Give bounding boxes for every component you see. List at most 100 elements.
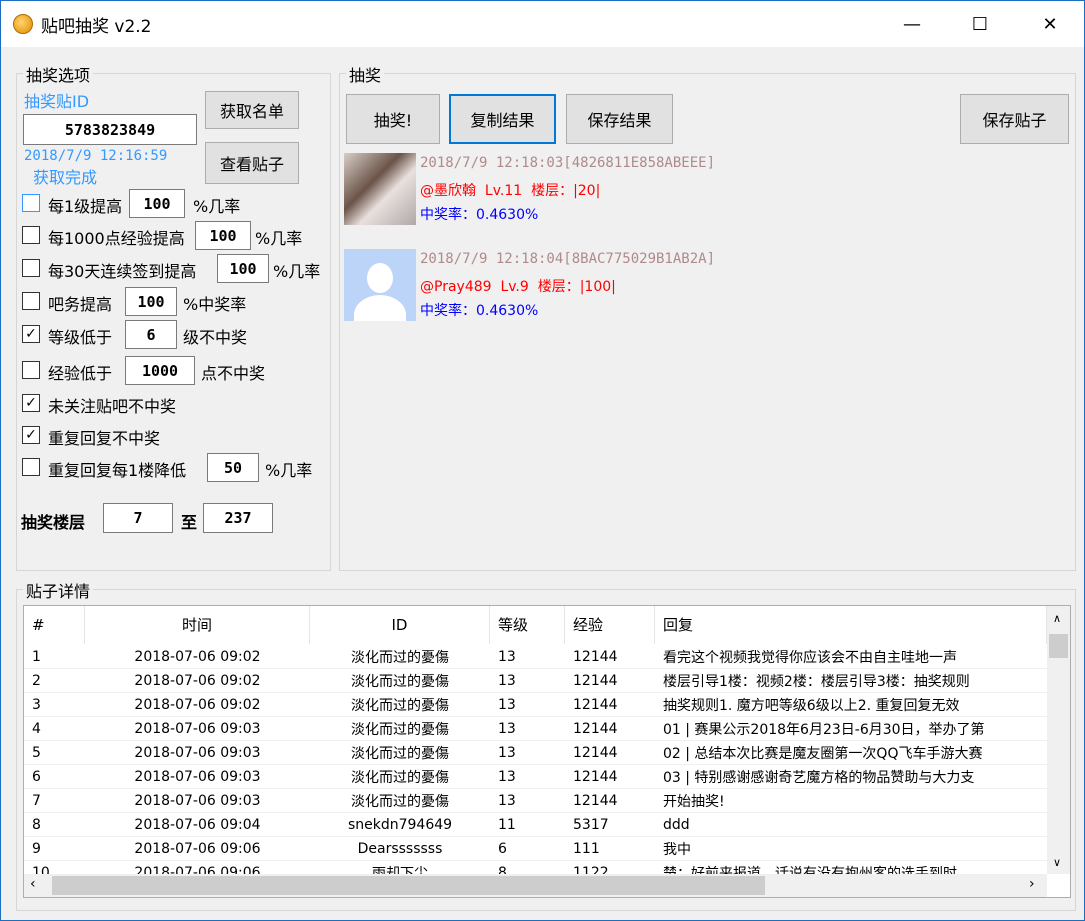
- table-cell: 12144: [573, 792, 618, 809]
- table-cell: 开始抽奖!: [663, 793, 725, 810]
- table-row[interactable]: 4 2018-07-06 09:03 淡化而过的憂傷 13 12144 01 | 赛果公示…: [24, 717, 1047, 741]
- table-cell: 12144: [573, 744, 618, 761]
- option-suffix: 级不中奖: [183, 328, 248, 347]
- copy-result-button[interactable]: 复制结果: [449, 94, 556, 144]
- floor-from-input[interactable]: 7: [103, 503, 173, 533]
- table-row[interactable]: 6 2018-07-06 09:03 淡化而过的憂傷 13 12144 03 | 特别感谢…: [24, 765, 1047, 789]
- minimize-button[interactable]: —: [884, 1, 940, 47]
- table-cell: 2018-07-06 09:03: [134, 744, 261, 761]
- option-checkbox[interactable]: [22, 226, 40, 244]
- table-cell: 13: [498, 792, 516, 809]
- default-avatar-icon: [344, 249, 416, 321]
- table-row[interactable]: 9 2018-07-06 09:06 Dearsssssss 6 111 我中: [24, 837, 1047, 861]
- option-checkbox[interactable]: [22, 292, 40, 310]
- vertical-scrollbar[interactable]: ∧ ∨: [1047, 606, 1070, 874]
- table-row[interactable]: 1 2018-07-06 09:02 淡化而过的憂傷 13 12144 看完这个视频我觉得…: [24, 645, 1047, 669]
- options-group-title: 抽奖选项: [23, 62, 94, 86]
- view-post-button[interactable]: 查看贴子: [205, 142, 299, 184]
- window-title: 贴吧抽奖 v2.2: [41, 17, 152, 37]
- option-suffix: %几率: [255, 229, 303, 248]
- draw-group-title: 抽奖: [346, 62, 385, 86]
- post-id-label: 抽奖贴ID: [24, 92, 90, 111]
- table-cell: 01 | 赛果公示2018年6月23日-6月30日，举办了第: [663, 721, 985, 738]
- get-list-button[interactable]: 获取名单: [205, 91, 299, 129]
- scroll-down-icon[interactable]: ∨: [1053, 856, 1061, 869]
- option-value-input[interactable]: 100: [129, 189, 185, 218]
- table-cell: 楼层引导1楼：视频2楼：楼层引导3楼：抽奖规则: [663, 673, 970, 690]
- table-cell: 淡化而过的憂傷: [351, 769, 449, 786]
- col-header-reply[interactable]: 回复: [655, 606, 1047, 644]
- table-header: # 时间 ID 等级 经验 回复: [24, 606, 1047, 644]
- table-cell: 12144: [573, 648, 618, 665]
- option-value-input[interactable]: 100: [217, 254, 269, 283]
- table-cell: 111: [573, 840, 600, 857]
- option-value-input[interactable]: 6: [125, 320, 177, 349]
- table-row[interactable]: 2 2018-07-06 09:02 淡化而过的憂傷 13 12144 楼层引导1楼：视频…: [24, 669, 1047, 693]
- option-checkbox[interactable]: ✓: [22, 325, 40, 343]
- table-cell: 2018-07-06 09:03: [134, 768, 261, 785]
- option-checkbox[interactable]: [22, 259, 40, 277]
- col-header-level[interactable]: 等级: [490, 606, 565, 644]
- option-value-input[interactable]: 100: [125, 287, 177, 316]
- option-checkbox[interactable]: [22, 458, 40, 476]
- floor-to-input[interactable]: 237: [203, 503, 273, 533]
- table-cell: 2018-07-06 09:02: [134, 648, 261, 665]
- table-cell: 13: [498, 768, 516, 785]
- table-row[interactable]: 3 2018-07-06 09:02 淡化而过的憂傷 13 12144 抽奖规则1. 魔方…: [24, 693, 1047, 717]
- table-cell: 2018-07-06 09:02: [134, 672, 261, 689]
- fetch-status: 获取完成: [33, 168, 98, 187]
- table-cell: 12144: [573, 672, 618, 689]
- table-cell: 9: [32, 840, 41, 857]
- app-icon: [13, 14, 33, 34]
- table-cell: 2: [32, 672, 41, 689]
- save-result-button[interactable]: 保存结果: [566, 94, 673, 144]
- result-user: @Pray489 Lv.9 楼层：|100|: [420, 279, 616, 295]
- option-value-input[interactable]: 100: [195, 221, 251, 250]
- option-checkbox[interactable]: [22, 194, 40, 212]
- table-cell: 13: [498, 720, 516, 737]
- table-cell: 淡化而过的憂傷: [351, 673, 449, 690]
- scroll-left-icon[interactable]: ‹: [30, 876, 36, 892]
- table-cell: 3: [32, 696, 41, 713]
- option-value-input[interactable]: 1000: [125, 356, 195, 385]
- option-checkbox[interactable]: ✓: [22, 426, 40, 444]
- table-cell: 淡化而过的憂傷: [351, 745, 449, 762]
- title-bar: 贴吧抽奖 v2.2 — ☐ ✕: [1, 1, 1084, 47]
- scroll-right-icon[interactable]: ›: [1029, 876, 1035, 892]
- horizontal-scrollbar[interactable]: ‹ ›: [24, 874, 1047, 897]
- option-value-input[interactable]: 50: [207, 453, 259, 482]
- table-cell: 2018-07-06 09:02: [134, 696, 261, 713]
- details-group-title: 贴子详情: [23, 578, 94, 602]
- table-cell: 2018-07-06 09:06: [134, 840, 261, 857]
- maximize-button[interactable]: ☐: [952, 1, 1008, 47]
- option-checkbox[interactable]: [22, 361, 40, 379]
- scroll-up-icon[interactable]: ∧: [1053, 612, 1061, 625]
- option-checkbox[interactable]: ✓: [22, 394, 40, 412]
- option-label: 吧务提高: [48, 295, 113, 314]
- table-cell: 13: [498, 744, 516, 761]
- post-details-table[interactable]: # 时间 ID 等级 经验 回复 1 2018-07-06 09:02 淡化而过的憂…: [23, 605, 1071, 898]
- horizontal-scroll-thumb[interactable]: [52, 876, 765, 895]
- table-cell: 6: [498, 840, 507, 857]
- save-post-button[interactable]: 保存贴子: [960, 94, 1069, 144]
- option-label: 每30天连续签到提高: [48, 262, 197, 281]
- table-cell: 2018-07-06 09:03: [134, 792, 261, 809]
- floor-to-label: 至: [181, 513, 198, 532]
- close-button[interactable]: ✕: [1022, 1, 1078, 47]
- table-row[interactable]: 7 2018-07-06 09:03 淡化而过的憂傷 13 12144 开始抽奖!: [24, 789, 1047, 813]
- result-user: @墨欣翰 Lv.11 楼层：|20|: [420, 183, 601, 199]
- table-cell: 2018-07-06 09:04: [134, 816, 261, 833]
- col-header-id[interactable]: ID: [310, 606, 490, 644]
- col-header-exp[interactable]: 经验: [565, 606, 655, 644]
- draw-button[interactable]: 抽奖!: [346, 94, 440, 144]
- draw-group: [339, 73, 1076, 571]
- post-id-input[interactable]: 5783823849: [23, 114, 197, 145]
- table-row[interactable]: 8 2018-07-06 09:04 snekdn794649 11 5317 ddd: [24, 813, 1047, 837]
- col-header-index[interactable]: #: [24, 606, 85, 644]
- vertical-scroll-thumb[interactable]: [1049, 634, 1068, 658]
- floor-range-label: 抽奖楼层: [21, 513, 86, 532]
- table-row[interactable]: 5 2018-07-06 09:03 淡化而过的憂傷 13 12144 02 | 总结本次…: [24, 741, 1047, 765]
- table-cell: 8: [32, 816, 41, 833]
- col-header-time[interactable]: 时间: [85, 606, 310, 644]
- table-cell: 看完这个视频我觉得你应该会不由自主哇地一声: [663, 649, 957, 666]
